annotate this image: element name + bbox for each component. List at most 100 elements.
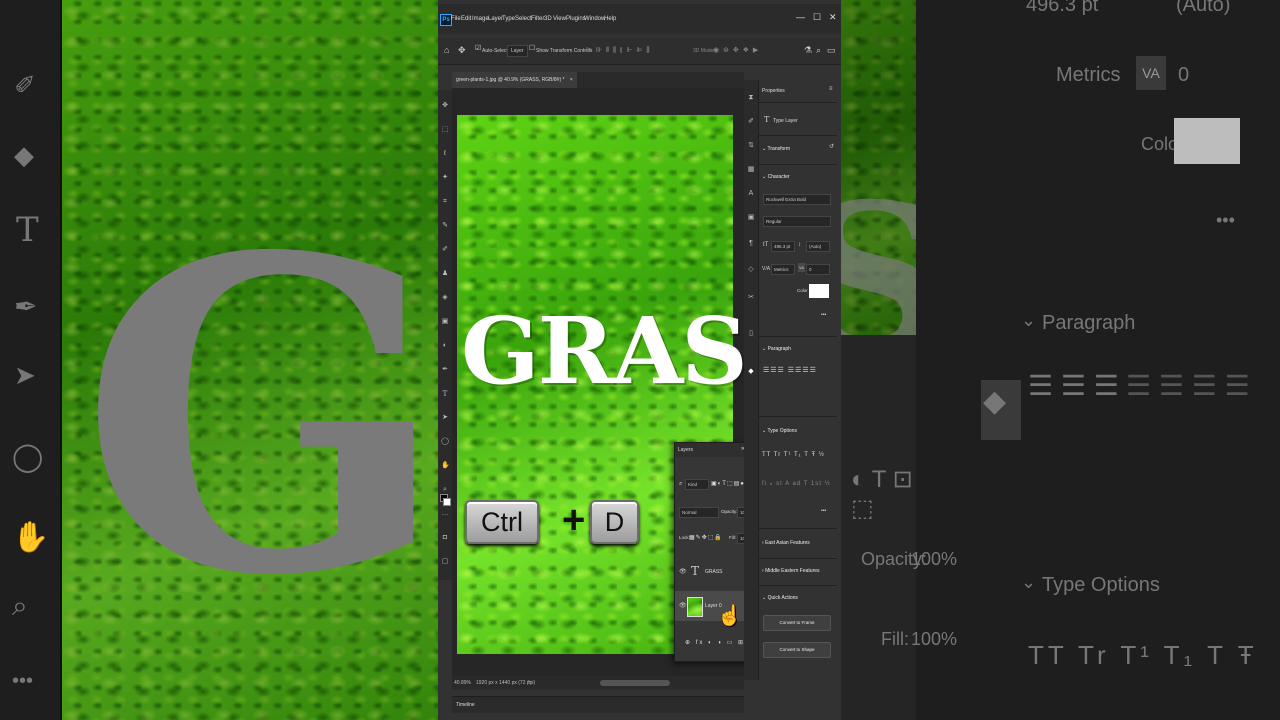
menu-plugins[interactable]: Plugins xyxy=(566,16,586,22)
document-tab[interactable]: green-plants-1.jpg @ 40.9% (GRASS, RGB/8… xyxy=(452,72,577,88)
type-tool-icon[interactable]: T xyxy=(441,390,449,398)
notes-icon[interactable]: ▯ xyxy=(747,330,755,338)
align-icons: ☰ ☰ ☰ xyxy=(1028,370,1119,401)
shape-tool-icon[interactable]: ◯ xyxy=(441,438,449,446)
document-size[interactable]: 1920 px x 1440 px (72 ppi) xyxy=(476,680,535,686)
zoom-level[interactable]: 40.89% xyxy=(454,680,471,686)
lasso-tool-icon[interactable]: ℓ xyxy=(441,150,449,158)
font-style-dropdown[interactable]: Regular xyxy=(763,216,831,227)
swatches-icon[interactable]: ▦ xyxy=(747,166,755,174)
convert-to-shape-button[interactable]: Convert to Shape xyxy=(763,642,831,658)
filter-icons[interactable]: ▣◐T⬚▤● xyxy=(711,480,745,487)
quick-actions-section[interactable]: ⌄ Quick Actions xyxy=(762,595,798,601)
status-arrow-icon[interactable]: › xyxy=(528,679,530,685)
blend-mode-dropdown[interactable]: Normal xyxy=(679,507,719,518)
horizontal-scrollbar[interactable] xyxy=(600,680,670,686)
convert-to-frame-button[interactable]: Convert to Frame xyxy=(763,615,831,631)
filter-kind-dropdown[interactable]: Kind xyxy=(685,479,709,490)
ellipse-icon: ◯ xyxy=(12,441,44,472)
east-asian-section[interactable]: › East Asian Features xyxy=(762,540,810,546)
properties-menu-icon[interactable]: ≡ xyxy=(829,86,833,92)
menu-edit[interactable]: Edit xyxy=(461,16,471,22)
minimize-button[interactable]: — xyxy=(796,12,805,22)
libraries-icon[interactable]: ▣ xyxy=(747,214,755,222)
tracking-field[interactable]: 0 xyxy=(806,264,830,275)
layers-panel-title[interactable]: Layers xyxy=(678,447,693,453)
color-swatch[interactable] xyxy=(809,284,829,298)
auto-select-checkbox[interactable]: ☑ xyxy=(475,44,481,52)
type-icon: T xyxy=(16,210,39,250)
menu-help[interactable]: Help xyxy=(604,16,616,22)
show-transform-checkbox[interactable]: ☐ xyxy=(529,44,535,52)
character-panel-icon[interactable]: A xyxy=(747,190,755,198)
hand-tool-icon[interactable]: ✋ xyxy=(441,462,450,470)
magic-wand-icon[interactable]: ✦ xyxy=(441,174,449,182)
transform-section[interactable]: ⌄ Transform xyxy=(762,146,790,152)
screen-mode-icon[interactable]: ▢ xyxy=(441,558,449,566)
layers-panel-icon[interactable]: ◆ xyxy=(747,368,755,376)
maximize-button[interactable]: ☐ xyxy=(813,12,821,23)
eye-icon[interactable]: 👁 xyxy=(679,568,687,575)
leading-icon: ↕ xyxy=(798,242,801,248)
menu-filter[interactable]: Filter xyxy=(531,16,544,22)
background-color[interactable] xyxy=(443,498,451,506)
move-tool-icon[interactable]: ✥ xyxy=(441,102,449,110)
tools-icon[interactable]: ✂ xyxy=(747,294,755,302)
kerning-dropdown[interactable]: Metrics xyxy=(771,264,795,275)
dodge-tool-icon[interactable]: ◐ xyxy=(441,342,449,350)
adjustments-icon[interactable]: ⇅ xyxy=(747,142,755,150)
3d-mode-icons[interactable]: ◉ ⊛ ✥ ❖ ▶ xyxy=(713,46,759,54)
brush-panel-icon[interactable]: ✐ xyxy=(747,118,755,126)
menu-window[interactable]: Window xyxy=(584,16,605,22)
search-icon[interactable]: ⌕ xyxy=(816,45,821,56)
character-more-icon[interactable]: ••• xyxy=(821,312,826,318)
pen-tool-icon[interactable]: ✒ xyxy=(441,366,449,374)
reset-icon[interactable]: ↺ xyxy=(829,143,834,150)
menu-image[interactable]: Image xyxy=(472,16,489,22)
paragraph-align-icons[interactable]: ☰☰☰ ☰☰☰☰ xyxy=(763,366,817,374)
workspace-icon[interactable]: ▭ xyxy=(827,45,836,56)
move-icon: ➤ xyxy=(14,360,36,390)
middle-eastern-section[interactable]: › Middle Eastern Features xyxy=(762,568,820,574)
type-options-icons[interactable]: TT Tr T¹ T₁ T Ŧ ½ xyxy=(762,452,825,458)
menu-select[interactable]: Select xyxy=(515,16,532,22)
menu-view[interactable]: View xyxy=(553,16,566,22)
eyedropper-icon[interactable]: ✎ xyxy=(441,222,449,230)
opentype-icons[interactable]: fi ℴ st A ad T 1st ½ xyxy=(762,480,831,487)
font-family-dropdown[interactable]: Rockwell Extra Bold xyxy=(763,194,831,205)
zoom-tool-icon[interactable]: ⌕ xyxy=(441,486,449,494)
leading-field[interactable]: (Auto) xyxy=(806,241,830,252)
eraser-tool-icon[interactable]: ◈ xyxy=(441,294,449,302)
type-options-more-icon[interactable]: ••• xyxy=(821,508,826,514)
flask-icon[interactable]: ⚗ xyxy=(804,45,812,56)
gradient-tool-icon[interactable]: ▣ xyxy=(441,318,449,326)
path-select-icon[interactable]: ➤ xyxy=(441,414,449,422)
history-icon[interactable]: ⧗ xyxy=(747,94,755,102)
align-buttons[interactable]: ⊫ ⊪ ⫴ ⫼ ⫾ ⊩ ⊫ ⫼ xyxy=(586,46,651,55)
menu-layer[interactable]: Layer xyxy=(488,16,503,22)
eye-icon[interactable]: 👁 xyxy=(679,602,687,609)
brush-tool-icon[interactable]: ✐ xyxy=(441,246,449,254)
more-tools-icon[interactable]: … xyxy=(441,510,449,518)
home-icon[interactable]: ⌂ xyxy=(444,45,449,55)
crop-tool-icon[interactable]: ⌗ xyxy=(441,198,449,206)
tab-close-icon[interactable]: × xyxy=(570,77,573,83)
menu-type[interactable]: Type xyxy=(502,16,515,22)
styles-icon[interactable]: ◇ xyxy=(747,266,755,274)
kerning-icon: V/A xyxy=(762,266,771,272)
move-tool-icon[interactable]: ✥ xyxy=(458,45,466,56)
type-options-section[interactable]: ⌄ Type Options xyxy=(762,428,797,434)
font-size-field[interactable]: 496.3 pt xyxy=(771,241,795,252)
stamp-tool-icon[interactable]: ♟ xyxy=(441,270,449,278)
quick-mask-icon[interactable]: ◘ xyxy=(441,534,449,542)
timeline-title[interactable]: Timeline xyxy=(456,697,475,713)
menu-3d[interactable]: 3D xyxy=(544,16,552,22)
character-section[interactable]: ⌄ Character xyxy=(762,174,790,180)
paragraph-section[interactable]: ⌄ Paragraph xyxy=(762,346,791,352)
paragraph-icon[interactable]: ¶ xyxy=(747,240,755,248)
close-button[interactable]: ✕ xyxy=(829,12,837,23)
marquee-tool-icon[interactable]: ⬚ xyxy=(441,126,449,134)
auto-select-dropdown[interactable]: Layer xyxy=(507,45,528,57)
menu-file[interactable]: File xyxy=(451,16,461,22)
lock-icons[interactable]: ▦✎✥⬚🔒 xyxy=(689,534,723,541)
